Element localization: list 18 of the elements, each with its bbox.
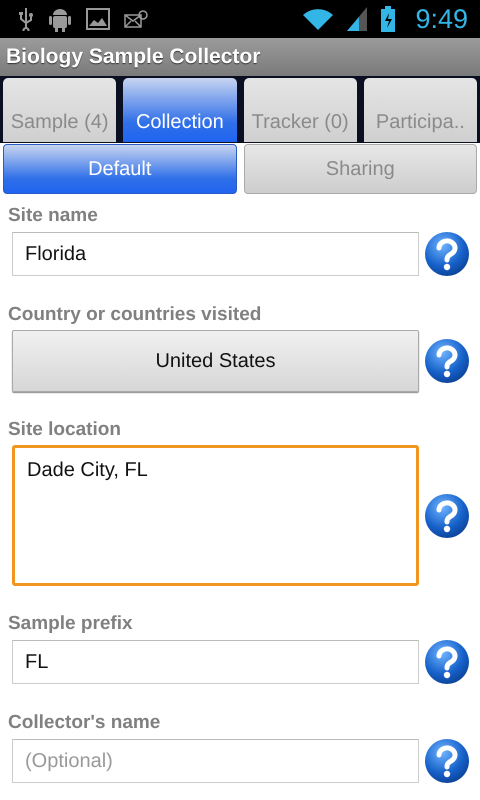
field-label: Site name xyxy=(7,204,99,228)
input-field[interactable]: Florida xyxy=(12,232,419,276)
segment-tab[interactable]: Default xyxy=(3,144,236,194)
app-title-bar: Biology Sample Collector xyxy=(0,38,480,76)
tab[interactable]: Collection xyxy=(123,78,236,142)
field-label: Site location xyxy=(7,418,122,442)
tab[interactable]: Tracker (0) xyxy=(244,78,357,142)
tab[interactable]: Participa.. xyxy=(364,78,477,142)
field-label: Country or countries visited xyxy=(7,303,262,327)
text-area[interactable]: Dade City, FL xyxy=(12,445,419,586)
field-label: Sample prefix xyxy=(7,612,134,636)
input-field[interactable]: (Optional) xyxy=(12,739,419,783)
clock: 9:49 xyxy=(415,4,468,34)
tab[interactable]: Sample (4) xyxy=(3,78,116,142)
country-picker-button[interactable]: United States xyxy=(12,330,419,392)
segment-tab[interactable]: Sharing xyxy=(244,144,477,194)
input-field[interactable]: FL xyxy=(12,640,419,684)
field-label: Collector's name xyxy=(7,711,162,735)
